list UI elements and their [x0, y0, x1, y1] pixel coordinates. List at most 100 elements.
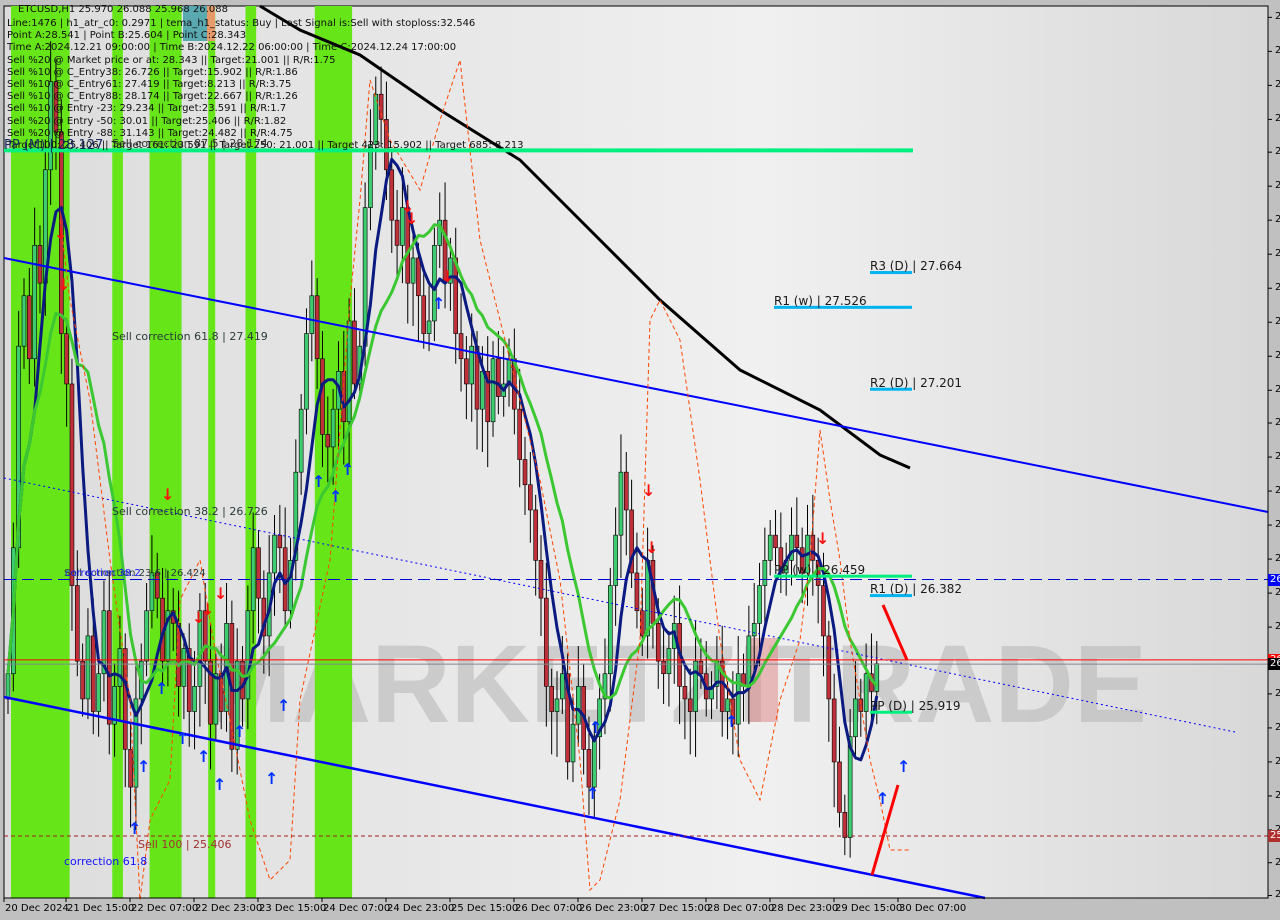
bear-candle — [90, 635, 96, 712]
sell-arrow-icon: ↓ — [405, 209, 418, 228]
annotation-label: correction 38.2 — [65, 568, 141, 579]
bear-candle — [64, 333, 69, 385]
sell-arrow-icon: ↓ — [57, 275, 70, 294]
annotation-label: Sell correction 38.2 | 26.726 — [112, 505, 268, 518]
bull-candle — [21, 295, 27, 347]
bull-candle — [693, 660, 698, 712]
info-line: Line:1476 | h1_atr_c0: 0.2971 | tema_h1_… — [7, 18, 476, 29]
bear-candle — [458, 333, 464, 360]
pivot-label: R1 (D) | 26.382 — [870, 582, 963, 597]
time-tick-label: 22 Dec 23:00 — [195, 903, 263, 914]
bull-candle — [181, 648, 187, 687]
bull-candle — [144, 610, 149, 662]
bull-candle — [506, 358, 512, 385]
price-tick-label: 27.58 — [1275, 282, 1280, 294]
bear-candle — [378, 93, 384, 120]
buy-arrow-icon: ↑ — [128, 819, 141, 838]
time-tick-label: 23 Dec 15:00 — [259, 903, 327, 914]
bull-candle — [245, 610, 251, 700]
price-tick-label: 26.37 — [1275, 587, 1280, 599]
time-tick-label: 27 Dec 15:00 — [643, 903, 711, 914]
price-tick-label: 25.17 — [1275, 889, 1280, 901]
info-line: Time A:2024.12.21 09:00:00 | Time B:2024… — [7, 42, 457, 54]
buy-arrow-icon: ↑ — [137, 757, 150, 776]
bull-candle — [762, 560, 768, 586]
sell-arrow-icon: ↓ — [201, 600, 214, 619]
bear-candle — [794, 534, 800, 549]
bull-candle — [368, 144, 373, 208]
bull-candle — [298, 408, 304, 473]
bear-candle — [389, 169, 395, 221]
bear-candle — [858, 698, 864, 712]
buy-arrow-icon: ↑ — [589, 718, 602, 737]
price-tick-label: 28.12 — [1275, 146, 1280, 158]
bull-candle — [618, 471, 624, 536]
bull-candle — [757, 585, 762, 624]
sell-arrow-icon: ↓ — [816, 529, 829, 548]
bear-candle — [128, 749, 133, 788]
buy-arrow-icon: ↑ — [213, 775, 226, 794]
price-tick-label: 26.64 — [1275, 519, 1280, 531]
time-tick-label: 21 Dec 15:00 — [67, 903, 135, 914]
info-line: Sell %10 @ C_Entry88: 28.174 || Target:2… — [7, 91, 298, 103]
price-tick-label: 27.175 — [1275, 384, 1280, 396]
price-tick-label: 25.565 — [1275, 789, 1280, 801]
price-tick-label: 28.655 — [1275, 11, 1280, 23]
bull-candle — [304, 333, 309, 410]
sell-arrow-icon: ↓ — [161, 485, 174, 504]
buy-arrow-icon: ↑ — [341, 460, 354, 479]
buy-arrow-icon: ↑ — [155, 679, 168, 698]
bull-candle — [32, 245, 37, 360]
bull-candle — [85, 635, 91, 700]
price-tick-label: 27.715 — [1275, 248, 1280, 260]
bull-candle — [767, 534, 773, 561]
bear-candle — [517, 408, 522, 460]
bull-candle — [570, 723, 576, 763]
bear-candle — [27, 295, 32, 360]
price-tick-label: 27.445 — [1275, 316, 1280, 328]
buy-arrow-icon: ↑ — [876, 789, 889, 808]
bull-candle — [874, 663, 880, 692]
bull-candle — [853, 698, 858, 738]
time-tick-label: 20 Dec 2024 — [5, 903, 69, 914]
bull-candle — [725, 698, 730, 712]
time-tick-label: 22 Dec 07:00 — [131, 903, 199, 914]
bull-candle — [250, 547, 256, 612]
info-line: Sell %20 @ Entry -50: 30.01 || Target:25… — [7, 115, 287, 127]
buy-arrow-icon: ↑ — [725, 712, 738, 731]
bear-candle — [821, 585, 826, 637]
time-tick-label: 24 Dec 23:00 — [387, 903, 455, 914]
bull-candle — [490, 358, 496, 423]
buy-arrow-icon: ↑ — [312, 472, 325, 491]
bull-candle — [309, 295, 315, 334]
bear-candle — [549, 686, 554, 712]
bear-candle — [464, 358, 469, 385]
info-line: Sell %10 @ Entry -23: 29.234 || Target:2… — [7, 103, 287, 115]
buy-arrow-icon: ↑ — [233, 722, 246, 741]
price-tick-label: 26.235 — [1275, 621, 1280, 633]
price-tick-label: 25.97 — [1275, 687, 1280, 699]
bear-candle — [416, 257, 421, 297]
price-tick-label: 27.045 — [1275, 417, 1280, 429]
bull-candle — [554, 698, 560, 712]
price-tick-label: 27.985 — [1275, 180, 1280, 192]
bear-candle — [634, 572, 640, 612]
annotation-label: Sell correction 87.5 | 28.174 — [112, 137, 268, 150]
sell-arrow-icon: ↓ — [645, 538, 658, 557]
bear-candle — [661, 660, 666, 675]
price-tag-blue-level: 26.424 — [1268, 573, 1280, 586]
pivot-label: PP (M) | 28.127 — [4, 138, 104, 154]
bull-candle — [330, 408, 336, 448]
buy-arrow-icon: ↑ — [586, 784, 599, 803]
bear-candle — [773, 534, 778, 549]
bear-candle — [837, 761, 842, 813]
bear-candle — [698, 660, 704, 675]
bull-candle — [426, 320, 432, 334]
bull-candle — [192, 686, 197, 712]
bear-candle — [682, 686, 688, 700]
pivot-label: R1 (w) | 27.526 — [774, 293, 867, 308]
time-tick-label: 28 Dec 07:00 — [707, 903, 775, 914]
bear-candle — [528, 484, 533, 511]
bear-candle — [522, 459, 528, 486]
info-line: Sell %10 @ C_Entry61: 27.419 || Target:8… — [7, 79, 292, 90]
